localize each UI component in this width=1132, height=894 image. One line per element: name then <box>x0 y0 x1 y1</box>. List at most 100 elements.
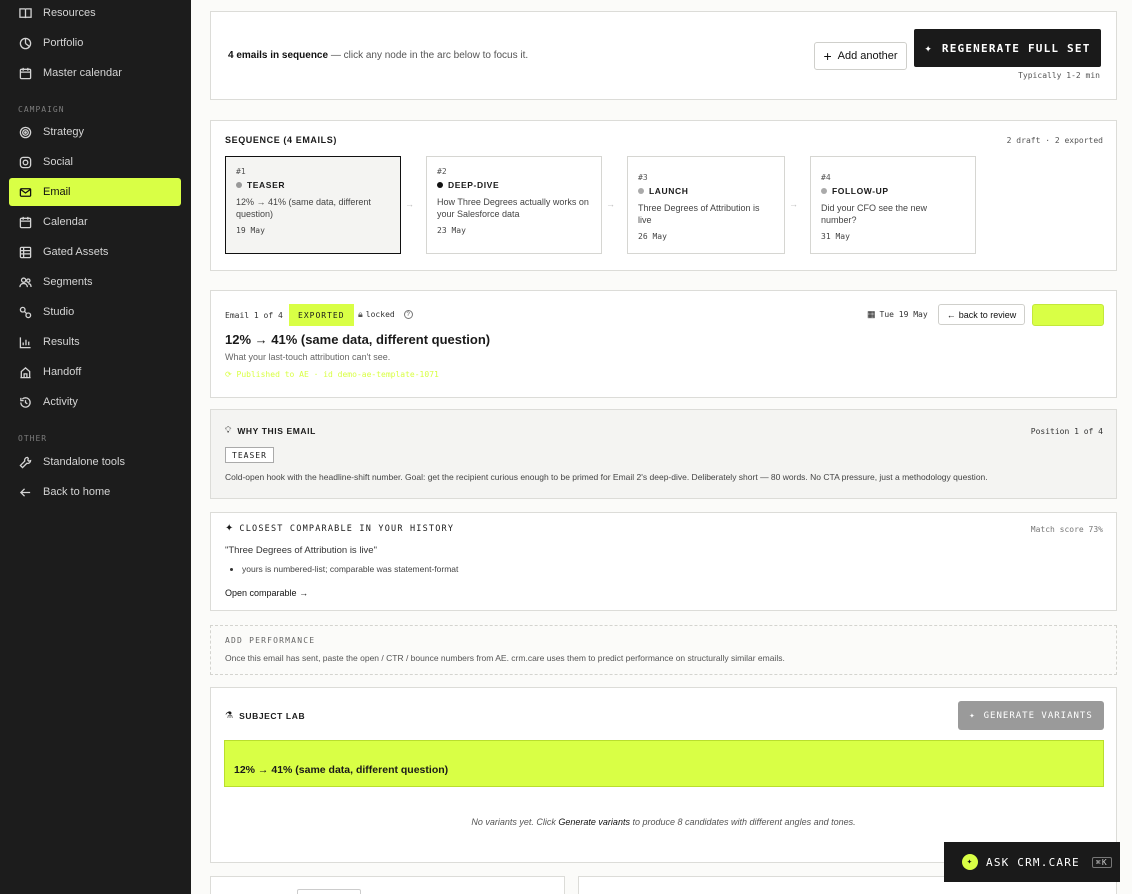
social-icon <box>18 155 32 169</box>
plus-icon: + <box>823 48 832 64</box>
arrow-right-icon: → <box>299 588 309 598</box>
sequence-summary-card: 4 emails in sequence — click any node in… <box>210 11 1117 100</box>
back-to-review-button[interactable]: ← back to review <box>938 304 1025 325</box>
closest-comparable-card: ✦ CLOSEST COMPARABLE IN YOUR HISTORY Mat… <box>210 512 1117 611</box>
subject-lab-title: SUBJECT LAB <box>239 710 306 721</box>
email-detail-card: Email 1 of 4 EXPORTED 🔒︎ locked ? ▦ Tue … <box>210 290 1117 398</box>
sidebar-item-resources[interactable]: Resources <box>9 0 181 27</box>
sidebar-item-label: Calendar <box>43 216 88 228</box>
ask-crm-care-button[interactable]: ✦ ASK CRM.CARE ⌘K <box>944 842 1120 882</box>
sequence-node[interactable]: #4 FOLLOW-UP Did your CFO see the new nu… <box>810 156 976 254</box>
refresh-icon: ⟳ <box>225 370 237 379</box>
sidebar-item-label: Segments <box>43 276 93 288</box>
sidebar-item-label: Back to home <box>43 486 111 498</box>
sidebar-item-social[interactable]: Social <box>9 148 181 176</box>
sidebar-item-calendar[interactable]: Calendar <box>9 208 181 236</box>
comparable-title: CLOSEST COMPARABLE IN YOUR HISTORY <box>239 523 455 534</box>
status-dot <box>236 182 242 188</box>
help-icon[interactable]: ? <box>403 310 413 319</box>
handoff-icon <box>18 365 32 379</box>
bar-chart-icon <box>18 335 32 349</box>
sparkle-icon: ✦ <box>962 854 978 870</box>
arrow-left-icon: ← <box>946 309 956 320</box>
empty-variants-message: No variants yet. Click Generate variants… <box>471 817 856 827</box>
users-icon <box>18 275 32 289</box>
gated-assets-icon <box>18 245 32 259</box>
email-subject: 12% → 41% (same data, different question… <box>225 332 491 347</box>
sidebar-item-strategy[interactable]: Strategy <box>9 118 181 146</box>
calendar-icon: ▦ <box>867 309 876 319</box>
sequence-node[interactable]: #3 LAUNCH Three Degrees of Attribution i… <box>627 156 785 254</box>
section-heading-other: OTHER <box>18 434 48 443</box>
sidebar-item-label: Handoff <box>43 366 82 378</box>
sparkle-icon: ✦ <box>225 523 234 534</box>
status-dot <box>821 188 827 194</box>
sidebar-item-activity[interactable]: Activity <box>9 388 181 416</box>
sidebar-item-label: Activity <box>43 396 78 408</box>
current-subject-line[interactable]: 12% → 41% (same data, different question… <box>224 740 1104 787</box>
sidebar-item-back-to-home[interactable]: Back to home <box>9 478 181 506</box>
sidebar-item-label: Email <box>43 186 71 198</box>
sidebar-item-label: Resources <box>43 7 96 19</box>
why-title: WHY THIS EMAIL <box>237 425 316 436</box>
arrow-right-icon: → <box>405 199 414 209</box>
sequence-status: 2 draft · 2 exported <box>1006 136 1103 145</box>
lock-icon: 🔒︎ <box>358 309 363 319</box>
sidebar-item-label: Master calendar <box>43 67 122 79</box>
sidebar-item-gated-assets[interactable]: Gated Assets <box>9 238 181 266</box>
regenerate-full-set-button[interactable]: ✦ REGENERATE FULL SET <box>914 29 1101 67</box>
sidebar-item-segments[interactable]: Segments <box>9 268 181 296</box>
status-dot <box>638 188 644 194</box>
role-tag: TEASER <box>225 447 274 463</box>
sidebar-item-studio[interactable]: Studio <box>9 298 181 326</box>
sidebar-item-label: Results <box>43 336 80 348</box>
wrench-icon <box>18 455 32 469</box>
performance-title: ADD PERFORMANCE <box>225 636 316 645</box>
sidebar: Resources Portfolio Master calendar CAMP… <box>0 0 191 894</box>
calendar-icon <box>18 66 32 80</box>
match-score: Match score 73% <box>1030 525 1103 534</box>
add-performance-card[interactable]: ADD PERFORMANCE Once this email has sent… <box>210 625 1117 675</box>
why-this-email-card: 💡︎ WHY THIS EMAIL Position 1 of 4 TEASER… <box>210 409 1117 499</box>
published-info: ⟳ Published to AE · id demo-ae-template-… <box>225 370 439 379</box>
generate-variants-button[interactable]: ✦ GENERATE VARIANTS <box>958 701 1104 730</box>
sidebar-item-master-calendar[interactable]: Master calendar <box>9 59 181 87</box>
bottom-left-card <box>210 876 565 894</box>
performance-body: Once this email has sent, paste the open… <box>225 653 785 663</box>
email-position: Email 1 of 4 <box>225 311 283 320</box>
email-preheader: What your last-touch attribution can't s… <box>225 352 391 362</box>
add-another-button[interactable]: + Add another <box>814 42 907 70</box>
send-date: Tue 19 May <box>879 310 928 319</box>
sequence-title: SEQUENCE (4 EMAILS) <box>225 135 337 145</box>
sidebar-item-label: Portfolio <box>43 37 84 49</box>
subject-lab-card: ⚗ SUBJECT LAB ✦ GENERATE VARIANTS 12% → … <box>210 687 1117 863</box>
history-icon <box>18 395 32 409</box>
comparable-quote: "Three Degrees of Attribution is live" <box>225 545 377 556</box>
primary-action-button[interactable] <box>1032 304 1104 326</box>
calendar-icon <box>18 215 32 229</box>
portfolio-icon <box>18 36 32 50</box>
sidebar-item-email[interactable]: Email <box>9 178 181 206</box>
sparkle-icon: ✦ <box>969 710 976 721</box>
sidebar-item-handoff[interactable]: Handoff <box>9 358 181 386</box>
arrow-right-icon: → <box>789 199 798 209</box>
sequence-count-text: 4 emails in sequence — click any node in… <box>228 50 529 61</box>
open-comparable-link[interactable]: Open comparable → <box>225 588 308 598</box>
arrow-right-icon: → <box>606 199 615 209</box>
sequence-node[interactable]: #1 TEASER 12% → 41% (same data, differen… <box>225 156 401 254</box>
sequence-card: SEQUENCE (4 EMAILS) 2 draft · 2 exported… <box>210 120 1117 271</box>
why-position: Position 1 of 4 <box>1030 427 1103 436</box>
sidebar-item-results[interactable]: Results <box>9 328 181 356</box>
sidebar-item-label: Studio <box>43 306 75 318</box>
flask-icon: ⚗ <box>225 710 234 720</box>
sparkle-icon: ✦ <box>924 41 933 55</box>
sidebar-item-standalone-tools[interactable]: Standalone tools <box>9 448 181 476</box>
keyboard-shortcut: ⌘K <box>1091 856 1112 868</box>
regenerate-hint: Typically 1-2 min <box>1018 71 1100 80</box>
sidebar-item-label: Gated Assets <box>43 246 109 258</box>
sidebar-item-label: Standalone tools <box>43 456 125 468</box>
sequence-node[interactable]: #2 DEEP-DIVE How Three Degrees actually … <box>426 156 602 254</box>
studio-icon <box>18 305 32 319</box>
sidebar-item-portfolio[interactable]: Portfolio <box>9 29 181 57</box>
arrow-left-icon <box>18 485 32 499</box>
